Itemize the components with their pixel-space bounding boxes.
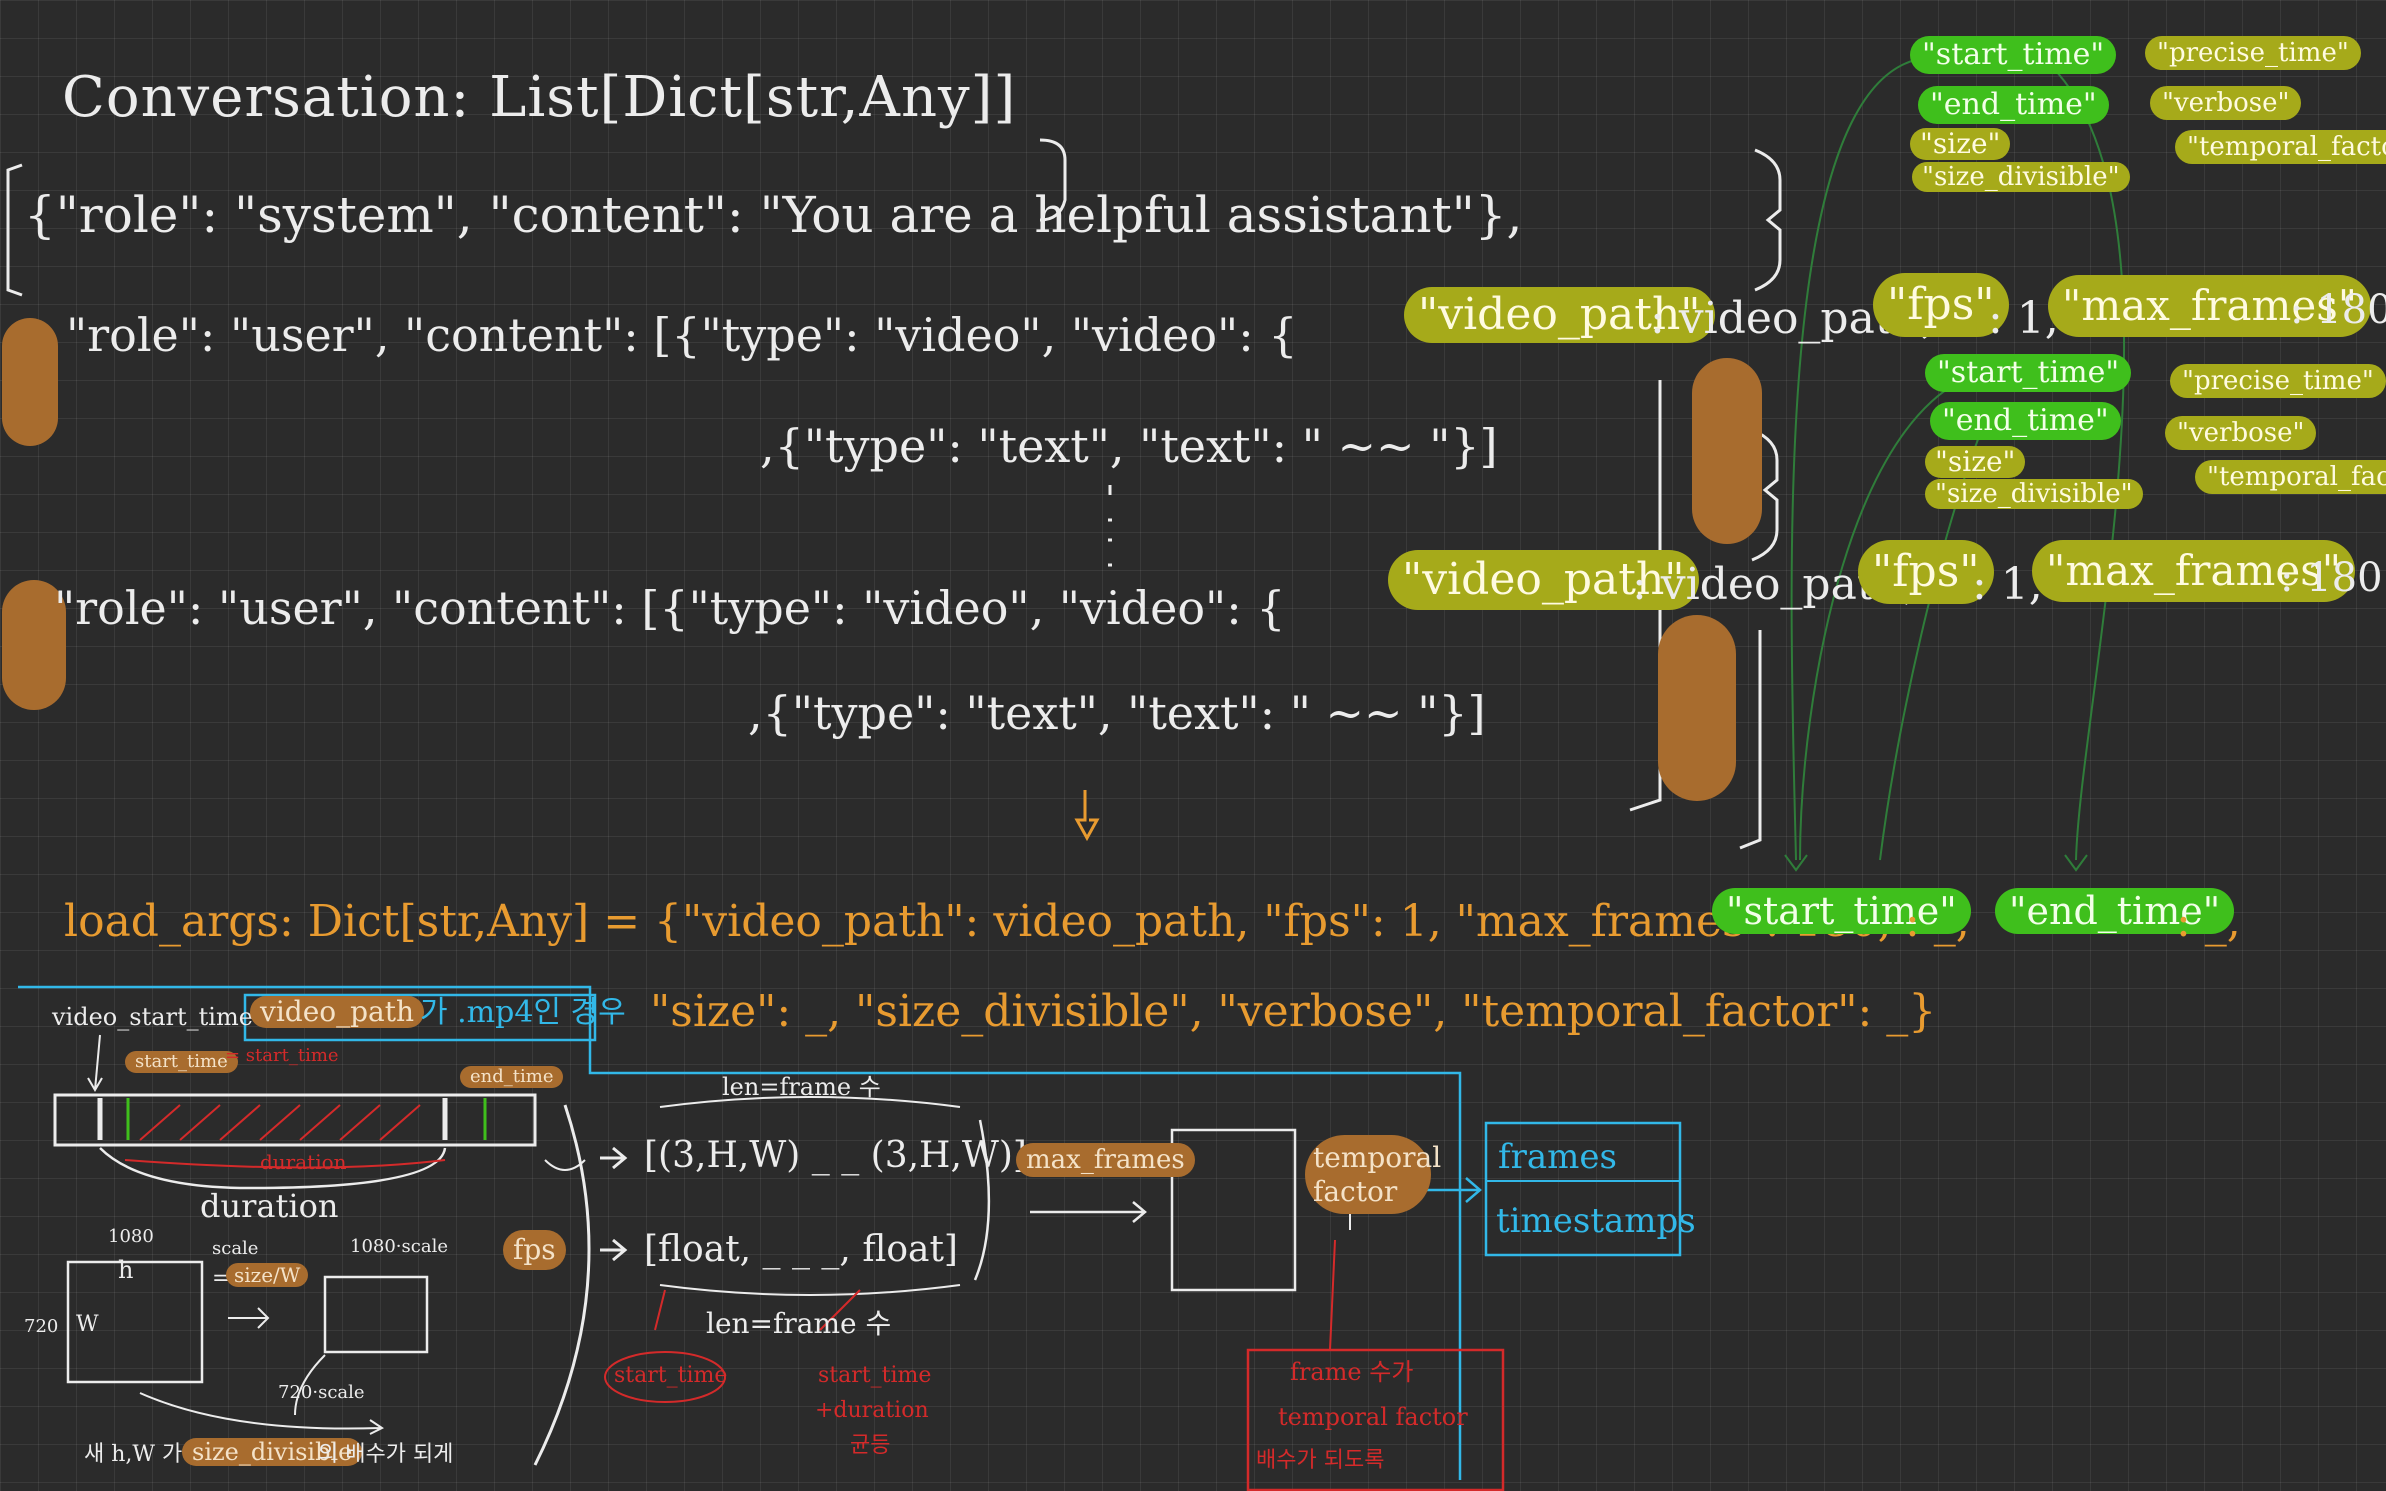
frame-w: W (76, 1312, 99, 1337)
opt-mid-size: "size" (1925, 446, 2026, 478)
opt-top-start-time: "start_time" (1910, 36, 2117, 74)
user1-text-line: ,{"type": "text", "text": " ~~ "}] (760, 419, 1498, 473)
user2-prefix: "role": "user", "content": [{"type": "vi… (54, 581, 1286, 635)
fps-tag: fps (503, 1230, 566, 1270)
red-box-3: 배수가 되도록 (1256, 1448, 1385, 1473)
timeline-duration-red: duration (260, 1150, 347, 1174)
red-note-1: start_time (818, 1363, 932, 1388)
user1-close-brace-highlight (1692, 358, 1762, 544)
opt-top-end-time: "end_time" (1918, 86, 2109, 124)
opt-top-size-divisible: "size_divisible" (1912, 162, 2130, 192)
opt-mid-end-time: "end_time" (1930, 402, 2121, 440)
opt-mid-verbose: "verbose" (2165, 416, 2317, 450)
user2-text-line: ,{"type": "text", "text": " ~~ "}] (748, 686, 1486, 740)
video-start-time-label: video_start_time (52, 1003, 253, 1031)
load-args-sep2: : _, (2176, 896, 2241, 947)
bottom-note-post: 의 배수가 되게 (318, 1442, 454, 1467)
opt-top-verbose: "verbose" (2150, 86, 2302, 120)
opt-mid-temporal-factor: "temporal_factor" (2195, 460, 2386, 494)
role-brace-highlight (2, 318, 58, 446)
float-array: [float, _ _ _, float] (644, 1229, 958, 1270)
output-frames: frames (1498, 1137, 1617, 1177)
scaled-h: 1080·scale (350, 1236, 448, 1257)
timeline-start-time-red: = start_time (225, 1045, 339, 1066)
frames-array: [(3,H,W) _ _ (3,H,W)] (644, 1135, 1027, 1176)
timeline-end-time-tag: end_time (460, 1066, 564, 1088)
scaled-w: 720·scale (278, 1382, 365, 1403)
max-frames-tag: max_frames (1016, 1143, 1195, 1177)
opt-mid-size-divisible: "size_divisible" (1925, 479, 2143, 509)
note-video-path-tag: video_path (250, 996, 425, 1028)
user1-prefix: "role": "user", "content": [{"type": "vi… (66, 308, 1298, 362)
load-args-line2: "size": _, "size_divisible", "verbose", … (650, 986, 1937, 1037)
system-message-line: {"role": "system", "content": "You are a… (24, 186, 1523, 244)
user2-max-frames-val: : 180 (2280, 555, 2383, 601)
opt-top-precise-time: "precise_time" (2145, 36, 2361, 70)
scale-label: scale (212, 1238, 259, 1259)
opt-mid-precise-time: "precise_time" (2170, 364, 2386, 398)
opt-top-temporal-factor: "temporal_factor" (2175, 130, 2386, 164)
red-box-1: frame 수가 (1290, 1358, 1414, 1386)
red-note-3: 균등 (850, 1433, 891, 1458)
output-timestamps: timestamps (1496, 1201, 1696, 1241)
timeline-start-time-tag: start_time (125, 1051, 238, 1073)
load-args-sep1: : _, (1905, 896, 1970, 947)
note-mp4-text: 가 .mp4인 경우 (420, 995, 626, 1030)
bottom-note-pre: 새 h,W 가 (84, 1442, 183, 1467)
start-time-circle: start_time (614, 1363, 728, 1388)
red-note-2: +duration (815, 1398, 929, 1423)
user1-max-frames-val: : 180 (2290, 287, 2386, 333)
opt-mid-start-time: "start_time" (1925, 354, 2132, 392)
len-frame-top: len=frame 수 (722, 1073, 881, 1101)
user2-close-brace-highlight (1658, 615, 1736, 801)
frame-h-top: 1080 (108, 1226, 154, 1247)
temporal-factor-tag: temporal factor (1305, 1135, 1441, 1215)
red-box-2: temporal factor (1278, 1403, 1468, 1431)
frame-w-side: 720 (24, 1316, 59, 1337)
frame-h: h (118, 1256, 134, 1284)
opt-top-size: "size" (1910, 128, 2011, 160)
load-args-line1: load_args: Dict[str,Any] = {"video_path"… (64, 896, 1892, 947)
signature: Conversation: List[Dict[str,Any]] (62, 65, 1017, 130)
len-frame-bottom: len=frame 수 (706, 1307, 892, 1340)
timeline-duration: duration (200, 1187, 339, 1225)
size-over-w-tag: size/W (226, 1263, 309, 1287)
